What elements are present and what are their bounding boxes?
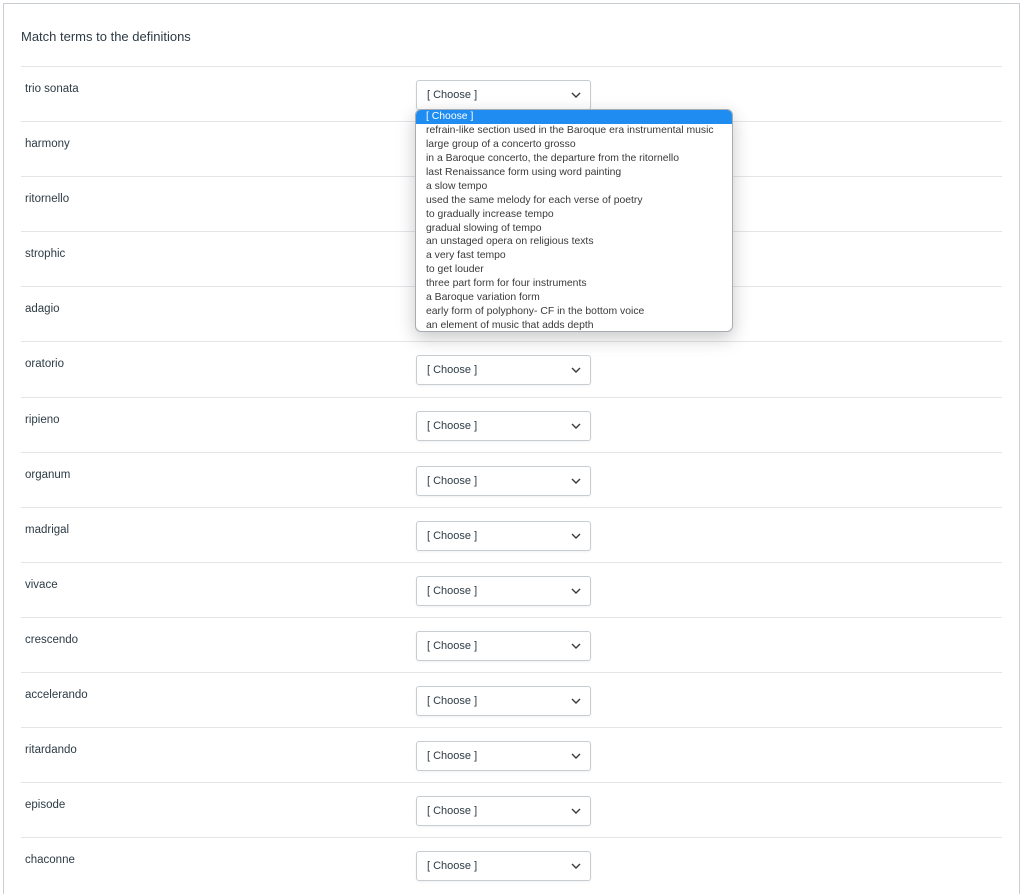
definition-select[interactable]: [ Choose ] [416, 796, 591, 827]
dropdown-option[interactable]: to gradually increase tempo [416, 208, 732, 222]
answer-row: vivace [ Choose ] [21, 561, 1002, 617]
term-label: madrigal [25, 523, 70, 536]
term-label: trio sonata [25, 83, 79, 95]
term-label: ritardando [25, 744, 77, 757]
select-value: [ Choose ] [427, 89, 478, 101]
definition-select[interactable]: [ Choose ] [416, 741, 591, 772]
chevron-down-icon [571, 478, 581, 484]
select-value: [ Choose ] [427, 419, 478, 432]
chevron-down-icon [571, 863, 581, 870]
select-value: [ Choose ] [427, 860, 478, 873]
definition-select[interactable]: [ Choose ] [416, 410, 591, 441]
dropdown-option[interactable]: last Renaissance form using word paintin… [416, 166, 732, 180]
chevron-down-icon [571, 92, 581, 98]
dropdown-option[interactable]: gradual slowing of tempo [416, 222, 732, 236]
chevron-down-icon [571, 753, 581, 760]
dropdown-option[interactable]: an element of music that adds depth [416, 319, 732, 331]
answer-row: organum [ Choose ] [21, 451, 1002, 507]
term-label: accelerando [25, 689, 88, 702]
term-label: adagio [25, 303, 60, 316]
select-value: [ Choose ] [427, 695, 478, 708]
answer-row: episode [ Choose ] [21, 782, 1002, 837]
select-value: [ Choose ] [427, 584, 478, 597]
select-value: [ Choose ] [427, 639, 478, 652]
term-label: strophic [25, 248, 66, 261]
term-label: crescendo [25, 633, 79, 646]
term-label: oratorio [25, 358, 64, 371]
answer-row: accelerando [ Choose ] [21, 672, 1002, 727]
select-value: [ Choose ] [427, 805, 478, 818]
dropdown-option[interactable]: a Baroque variation form [416, 291, 732, 305]
term-label: episode [25, 799, 66, 812]
definition-select[interactable]: [ Choose ] [416, 520, 591, 551]
term-label: ritornello [25, 193, 70, 206]
answer-row: ripieno [ Choose ] [21, 396, 1002, 452]
chevron-down-icon [571, 533, 581, 539]
definition-select[interactable]: [ Choose ] [416, 630, 591, 661]
dropdown-option[interactable]: early form of polyphony- CF in the botto… [416, 305, 732, 319]
quiz-page: Match terms to the definitions trio sona… [0, 0, 1024, 894]
definition-select[interactable]: [ Choose ] [416, 851, 591, 882]
select-value: [ Choose ] [427, 750, 478, 763]
select-value: [ Choose ] [427, 474, 478, 487]
dropdown-option[interactable]: to get louder [416, 263, 732, 277]
chevron-down-icon [571, 808, 581, 815]
answer-row: oratorio [ Choose ] [21, 341, 1002, 396]
chevron-down-icon [571, 698, 581, 705]
term-label: chaconne [25, 854, 75, 867]
select-value: [ Choose ] [427, 529, 478, 542]
chevron-down-icon [571, 423, 581, 429]
dropdown-option[interactable]: a very fast tempo [416, 249, 732, 263]
definition-select[interactable]: [ Choose ] [416, 80, 591, 110]
dropdown-option[interactable]: a slow tempo [416, 180, 732, 194]
term-label: vivace [25, 578, 58, 591]
answer-row: madrigal [ Choose ] [21, 506, 1002, 562]
answer-row: chaconne [ Choose ] [21, 837, 1002, 892]
select-value: [ Choose ] [427, 364, 478, 377]
answer-row: ritardando [ Choose ] [21, 727, 1002, 782]
definition-select[interactable]: [ Choose ] [416, 465, 591, 496]
term-label: organum [25, 468, 71, 481]
answer-row: crescendo [ Choose ] [21, 616, 1002, 672]
definition-select[interactable]: [ Choose ] [416, 355, 591, 386]
dropdown-option[interactable]: three part form for four instruments [416, 277, 732, 291]
definition-select[interactable]: [ Choose ] [416, 686, 591, 717]
chevron-down-icon [571, 643, 581, 649]
chevron-down-icon [571, 588, 581, 594]
definition-select[interactable]: [ Choose ] [416, 575, 591, 606]
dropdown-option[interactable]: used the same melody for each verse of p… [416, 194, 732, 208]
question-text: Match terms to the definitions [21, 29, 191, 44]
dropdown-option[interactable]: [ Choose ] [416, 110, 732, 124]
dropdown-option[interactable]: an unstaged opera on religious texts [416, 235, 732, 249]
dropdown-option[interactable]: in a Baroque concerto, the departure fro… [416, 152, 732, 166]
choose-dropdown-list[interactable]: [ Choose ] refrain-like section used in t… [415, 109, 733, 332]
term-label: harmony [25, 138, 70, 151]
dropdown-option[interactable]: large group of a concerto grosso [416, 138, 732, 152]
term-label: ripieno [25, 413, 60, 426]
chevron-down-icon [571, 367, 581, 374]
dropdown-option[interactable]: refrain-like section used in the Baroque… [416, 124, 732, 138]
